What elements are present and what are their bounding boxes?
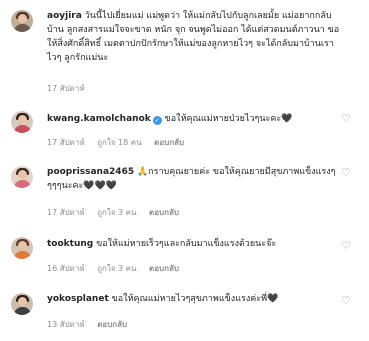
comment-text-block: tooktung ขอให้แม่หายเร็วๆและกลับมาแข็งแร… <box>47 237 347 251</box>
comment-meta: 16 สัปดาห์ ถูกใจ 3 คน ตอบกลับ <box>47 262 189 275</box>
comment-meta: 13 สัปดาห์ ตอบกลับ <box>47 318 137 331</box>
comment-meta: 17 สัปดาห์ <box>47 82 95 95</box>
avatar[interactable] <box>11 293 33 315</box>
comment-username[interactable]: aoyjira <box>47 11 82 21</box>
comment-username[interactable]: pooprissana2465 <box>47 167 134 177</box>
reply-button[interactable]: ตอบกลับ <box>97 320 127 329</box>
heart-outline-icon[interactable]: ♡ <box>340 240 352 252</box>
comment-likes[interactable]: ถูกใจ 3 คน <box>97 264 136 273</box>
comment-username[interactable]: yokosplanet <box>47 294 109 304</box>
comment-text-block: aoyjira วันนี้ไปเยี่ยมแม่ แม่พูดว่า ให้แ… <box>47 9 347 65</box>
comment-meta: 17 สัปดาห์ ถูกใจ 18 คน ตอบกลับ <box>47 136 194 149</box>
comment-time[interactable]: 17 สัปดาห์ <box>47 138 85 147</box>
comment-text: วันนี้ไปเยี่ยมแม่ แม่พูดว่า ให้แม่กลับไป… <box>47 11 340 63</box>
comment-username[interactable]: tooktung <box>47 239 93 249</box>
comment-likes[interactable]: ถูกใจ 18 คน <box>97 138 141 147</box>
reply-button[interactable]: ตอบกลับ <box>154 138 184 147</box>
heart-outline-icon[interactable]: ♡ <box>340 295 352 307</box>
comment-text: ขอให้คุณแม่หายไวๆสุขภาพแข็งแรงค่ะพี่🖤 <box>111 294 279 304</box>
avatar[interactable] <box>11 10 33 32</box>
avatar[interactable] <box>11 237 33 259</box>
comment-text-block: yokosplanet ขอให้คุณแม่หายไวๆสุขภาพแข็งแ… <box>47 292 347 306</box>
comment-text: ขอให้คุณแม่หายป่วยไวๆนะคะ🖤 <box>164 114 293 124</box>
heart-outline-icon[interactable]: ♡ <box>340 113 352 125</box>
comment-username[interactable]: kwang.kamolchanok <box>47 114 151 124</box>
heart-outline-icon[interactable]: ♡ <box>340 167 352 179</box>
comment-meta: 17 สัปดาห์ ถูกใจ 3 คน ตอบกลับ <box>47 206 189 219</box>
comment-time[interactable]: 13 สัปดาห์ <box>47 320 85 329</box>
comment-text: ขอให้แม่หายเร็วๆและกลับมาแข็งแรงด้วยนะจ๊… <box>96 239 277 249</box>
comment-likes[interactable]: ถูกใจ 3 คน <box>97 208 136 217</box>
comment-time[interactable]: 17 สัปดาห์ <box>47 84 85 93</box>
comment-time[interactable]: 16 สัปดาห์ <box>47 264 85 273</box>
avatar[interactable] <box>11 111 33 133</box>
avatar[interactable] <box>11 166 33 188</box>
reply-button[interactable]: ตอบกลับ <box>149 264 179 273</box>
verified-badge-icon: ✓ <box>152 116 162 125</box>
comment-text-block: pooprissana2465 🙏กราบคุณยายค่ะ ขอให้คุณย… <box>47 165 347 193</box>
comment-text-block: kwang.kamolchanok ✓ ขอให้คุณแม่หายป่วยไวๆ… <box>47 112 347 126</box>
reply-button[interactable]: ตอบกลับ <box>149 208 179 217</box>
comment-list: aoyjira วันนี้ไปเยี่ยมแม่ แม่พูดว่า ให้แ… <box>0 0 369 341</box>
comment-time[interactable]: 17 สัปดาห์ <box>47 208 85 217</box>
